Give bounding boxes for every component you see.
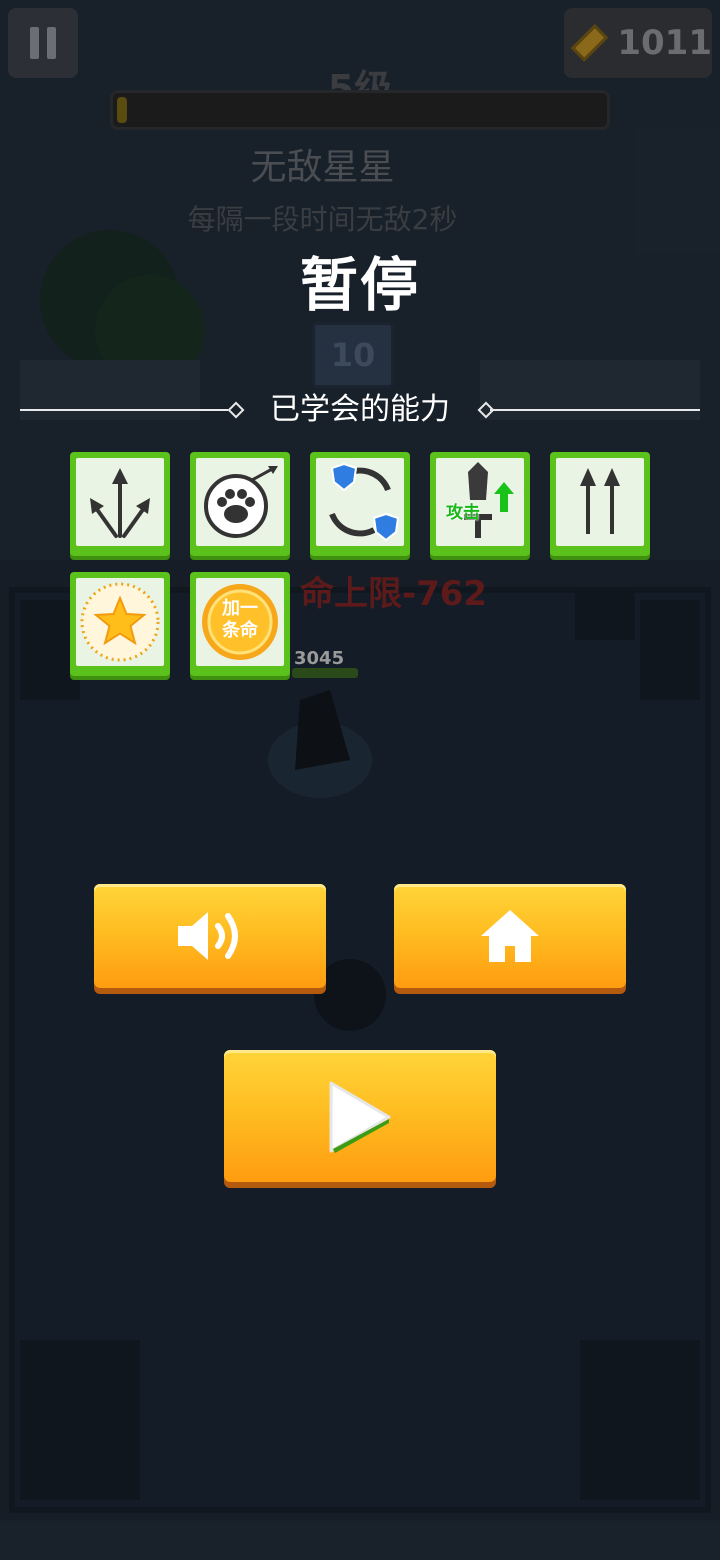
double-arrows-icon bbox=[580, 468, 620, 534]
paw-icon bbox=[204, 466, 278, 538]
attack-label: 攻击 bbox=[446, 503, 480, 523]
xp-progress-fill bbox=[117, 97, 127, 123]
ability-double-arrows[interactable] bbox=[550, 452, 650, 556]
player-hp-value: 3045 bbox=[294, 648, 345, 669]
ability-extra-life[interactable]: 加一条命 bbox=[190, 572, 290, 676]
home-button[interactable] bbox=[394, 884, 626, 988]
ability-invincible-star[interactable] bbox=[70, 572, 170, 676]
resume-play-button[interactable] bbox=[224, 1050, 496, 1182]
shield-rotate-icon bbox=[329, 462, 400, 542]
divider-line bbox=[20, 409, 228, 411]
ability-shield-rotate[interactable] bbox=[310, 452, 410, 556]
current-skill-name: 无敌星星 bbox=[250, 147, 395, 188]
divider-line bbox=[490, 409, 700, 411]
ability-attack-up[interactable]: 攻击 bbox=[430, 452, 530, 556]
player-hp-bar bbox=[292, 668, 358, 678]
play-icon bbox=[329, 1081, 391, 1153]
damage-floating-text: 命上限-762 bbox=[300, 574, 488, 614]
star-icon bbox=[80, 582, 160, 662]
coin-value: 1011 bbox=[617, 23, 712, 63]
extra-life-label: 加一条命 bbox=[222, 598, 258, 641]
pause-title: 暂停 bbox=[299, 251, 420, 319]
home-icon bbox=[481, 910, 539, 962]
xp-progress-bar bbox=[110, 90, 610, 130]
ability-pet-paw[interactable] bbox=[190, 452, 290, 556]
coin-icon bbox=[570, 24, 609, 62]
enemy-level-badge: 10 bbox=[312, 322, 394, 388]
learned-abilities-title: 已学会的能力 bbox=[270, 392, 450, 427]
ability-diagonal-arrows[interactable] bbox=[70, 452, 170, 556]
pause-icon-bar bbox=[47, 27, 56, 59]
sound-toggle-button[interactable] bbox=[94, 884, 326, 988]
pause-icon-bar bbox=[30, 27, 39, 59]
speaker-icon bbox=[178, 912, 238, 960]
current-skill-description: 每隔一段时间无敌2秒 bbox=[187, 203, 458, 236]
diagonal-arrows-icon bbox=[90, 468, 150, 538]
learned-abilities-header: 已学会的能力 bbox=[20, 388, 700, 432]
diamond-ornament bbox=[227, 401, 245, 419]
